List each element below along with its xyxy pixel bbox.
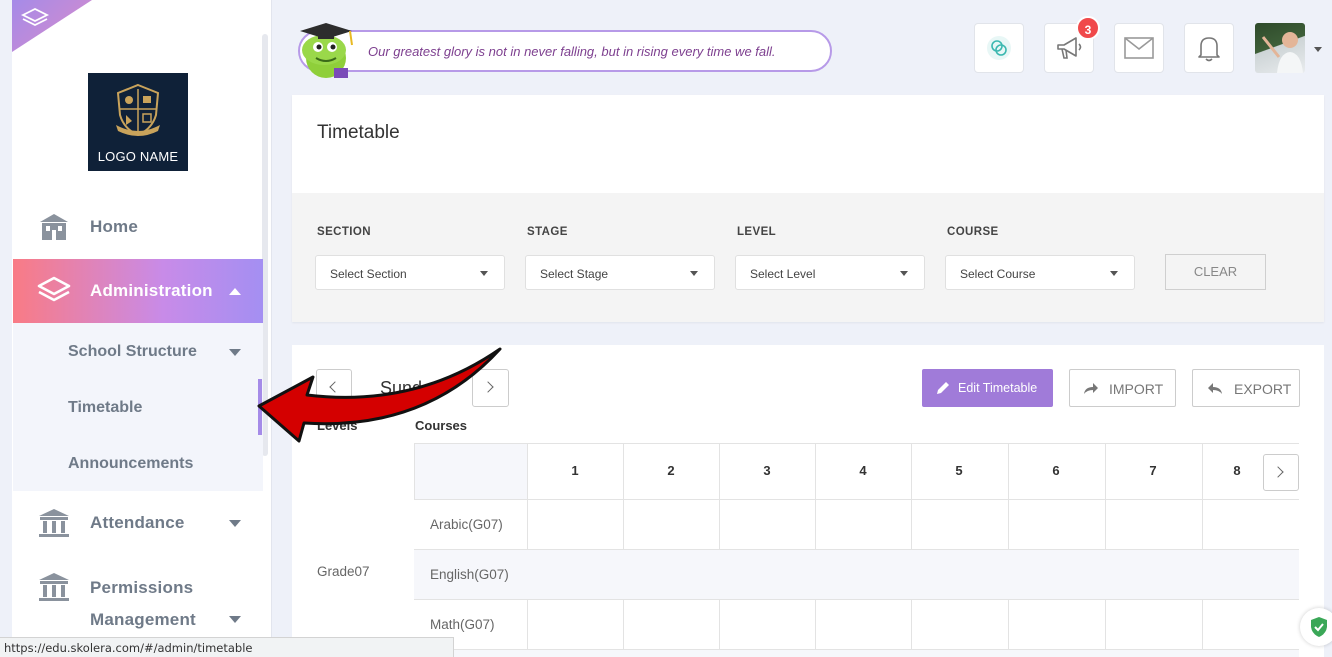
building-icon (40, 214, 68, 240)
level-label: LEVEL (737, 226, 777, 238)
submenu-school-structure[interactable]: School Structure (68, 343, 197, 361)
period-header: 2 (667, 463, 675, 478)
nav-home[interactable]: Home (13, 195, 263, 259)
filter-area: SECTION Select Section STAGE Select Stag… (292, 193, 1324, 322)
caret-down-icon (900, 271, 908, 276)
submenu-announcements[interactable]: Announcements (68, 455, 193, 473)
period-header: 3 (763, 463, 771, 478)
timetable-filter-panel: Timetable SECTION Select Section STAGE S… (292, 95, 1324, 322)
share-arrow-icon (1084, 383, 1098, 394)
edit-timetable-button[interactable]: Edit Timetable (922, 369, 1053, 407)
level-select-value: Select Level (750, 267, 816, 281)
course-select-value: Select Course (960, 267, 1036, 281)
security-shield-button[interactable] (1300, 608, 1332, 646)
caret-down-icon (1110, 271, 1118, 276)
course-name: Math(G07) (430, 617, 495, 632)
announcements-badge: 3 (1076, 16, 1100, 40)
nav-permissions-management[interactable]: Permissions Management (13, 566, 263, 636)
bell-icon (1198, 37, 1220, 62)
period-header: 1 (571, 463, 579, 478)
period-header: 4 (859, 463, 867, 478)
crest-icon (116, 83, 160, 137)
table-row (414, 649, 1299, 657)
table-row: Math(G07) (414, 599, 1299, 650)
period-header: 5 (955, 463, 963, 478)
period-header: 6 (1052, 463, 1060, 478)
level-name: Grade07 (317, 564, 370, 579)
caret-down-icon (480, 271, 488, 276)
next-periods-button[interactable] (1263, 454, 1299, 491)
user-avatar[interactable] (1255, 23, 1305, 73)
period-header: 7 (1149, 463, 1157, 478)
edit-timetable-label: Edit Timetable (958, 381, 1038, 395)
chevron-down-icon[interactable] (229, 519, 241, 527)
import-button[interactable]: IMPORT (1069, 369, 1176, 407)
nav-administration[interactable]: Administration (13, 259, 263, 323)
nav-administration-label: Administration (90, 281, 213, 300)
sidebar: LOGO NAME Home Administration School Str… (0, 0, 272, 657)
red-arrow-annotation (257, 347, 502, 443)
submenu-timetable[interactable]: Timetable (68, 399, 142, 417)
level-select[interactable]: Select Level (735, 255, 925, 290)
dragon-mascot-icon (300, 23, 353, 78)
megaphone-icon (1057, 37, 1082, 59)
export-label: EXPORT (1234, 381, 1292, 397)
chat-bubbles-icon (987, 36, 1011, 60)
user-photo (1261, 32, 1303, 73)
table-row: Arabic(G07) (414, 499, 1299, 550)
sidebar-edge (0, 0, 12, 657)
course-select[interactable]: Select Course (945, 255, 1135, 290)
export-button[interactable]: EXPORT (1192, 369, 1300, 407)
section-label: SECTION (317, 226, 371, 238)
clear-button[interactable]: CLEAR (1165, 254, 1266, 290)
stage-select[interactable]: Select Stage (525, 255, 715, 290)
bank-icon (39, 573, 69, 601)
nav-attendance-label: Attendance (90, 513, 185, 532)
layers-icon (37, 276, 71, 302)
reply-arrow-icon (1208, 383, 1222, 394)
section-select-value: Select Section (330, 267, 407, 281)
nav-management-label: Management (90, 610, 196, 629)
chevron-down-icon[interactable] (229, 349, 241, 356)
logo-name: LOGO NAME (97, 149, 179, 164)
user-menu-chevron-icon[interactable] (1314, 47, 1322, 52)
school-logo: LOGO NAME (88, 73, 188, 171)
administration-submenu: School Structure Timetable Announcements (13, 323, 263, 491)
notifications-button[interactable] (1184, 23, 1234, 73)
period-header: 8 (1233, 463, 1241, 478)
envelope-icon (1124, 37, 1154, 59)
grid-corner-cell (414, 444, 527, 500)
stage-label: STAGE (527, 226, 568, 238)
shield-check-icon (1311, 617, 1327, 637)
course-name: English(G07) (430, 567, 509, 582)
table-row: English(G07) (414, 549, 1299, 600)
pencil-icon (937, 382, 949, 394)
chevron-up-icon[interactable] (229, 287, 241, 295)
page-title: Timetable (317, 122, 400, 143)
timetable-grid: 1 2 3 4 5 6 7 8 Arabic(G07) English(G07)… (414, 443, 1299, 657)
chat-button[interactable] (974, 23, 1024, 73)
nav-attendance[interactable]: Attendance (13, 491, 263, 555)
layers-icon[interactable] (20, 8, 50, 28)
course-label: COURSE (947, 226, 999, 238)
caret-down-icon (690, 271, 698, 276)
section-select[interactable]: Select Section (315, 255, 505, 290)
chevron-right-icon (1272, 466, 1284, 478)
browser-status-url: https://edu.skolera.com/#/admin/timetabl… (0, 637, 454, 657)
messages-button[interactable] (1114, 23, 1164, 73)
import-label: IMPORT (1109, 381, 1164, 397)
nav-home-label: Home (90, 217, 139, 236)
bank-icon (39, 509, 69, 537)
motivational-quote-bubble: Our greatest glory is not in never falli… (298, 30, 832, 72)
chevron-down-icon[interactable] (229, 616, 241, 623)
nav-permissions-label: Permissions (90, 578, 194, 597)
stage-select-value: Select Stage (540, 267, 609, 281)
motivational-quote: Our greatest glory is not in never falli… (368, 44, 776, 59)
course-name: Arabic(G07) (430, 517, 503, 532)
